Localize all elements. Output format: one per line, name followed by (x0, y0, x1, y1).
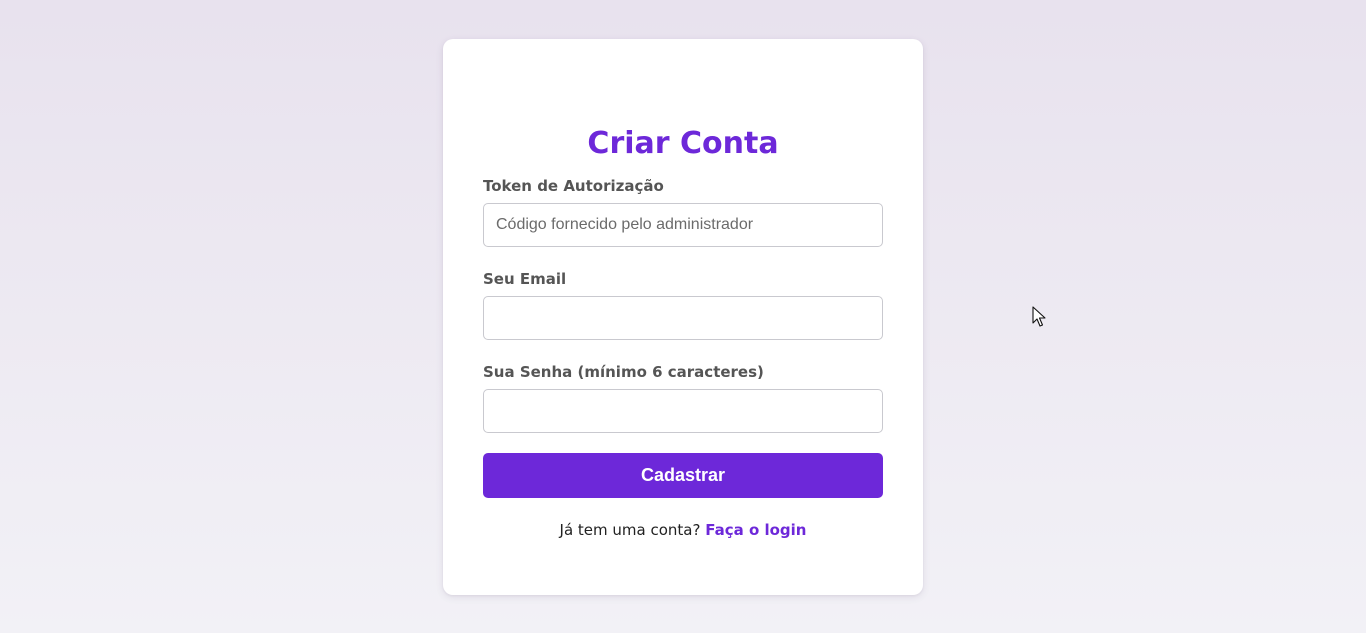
token-input[interactable] (483, 203, 883, 247)
email-input[interactable] (483, 296, 883, 340)
login-link[interactable]: Faça o login (705, 521, 806, 539)
token-label: Token de Autorização (483, 177, 664, 195)
mouse-pointer-icon (1032, 306, 1046, 327)
submit-button[interactable]: Cadastrar (483, 453, 883, 498)
password-input[interactable] (483, 389, 883, 433)
email-label: Seu Email (483, 270, 567, 288)
page-title: Criar Conta (587, 126, 779, 161)
login-prompt-text: Já tem uma conta? (559, 521, 701, 539)
password-label: Sua Senha (mínimo 6 caracteres) (483, 363, 764, 381)
signup-card: Criar Conta Token de Autorização Seu Ema… (443, 39, 923, 595)
login-prompt: Já tem uma conta? Faça o login (443, 520, 923, 540)
